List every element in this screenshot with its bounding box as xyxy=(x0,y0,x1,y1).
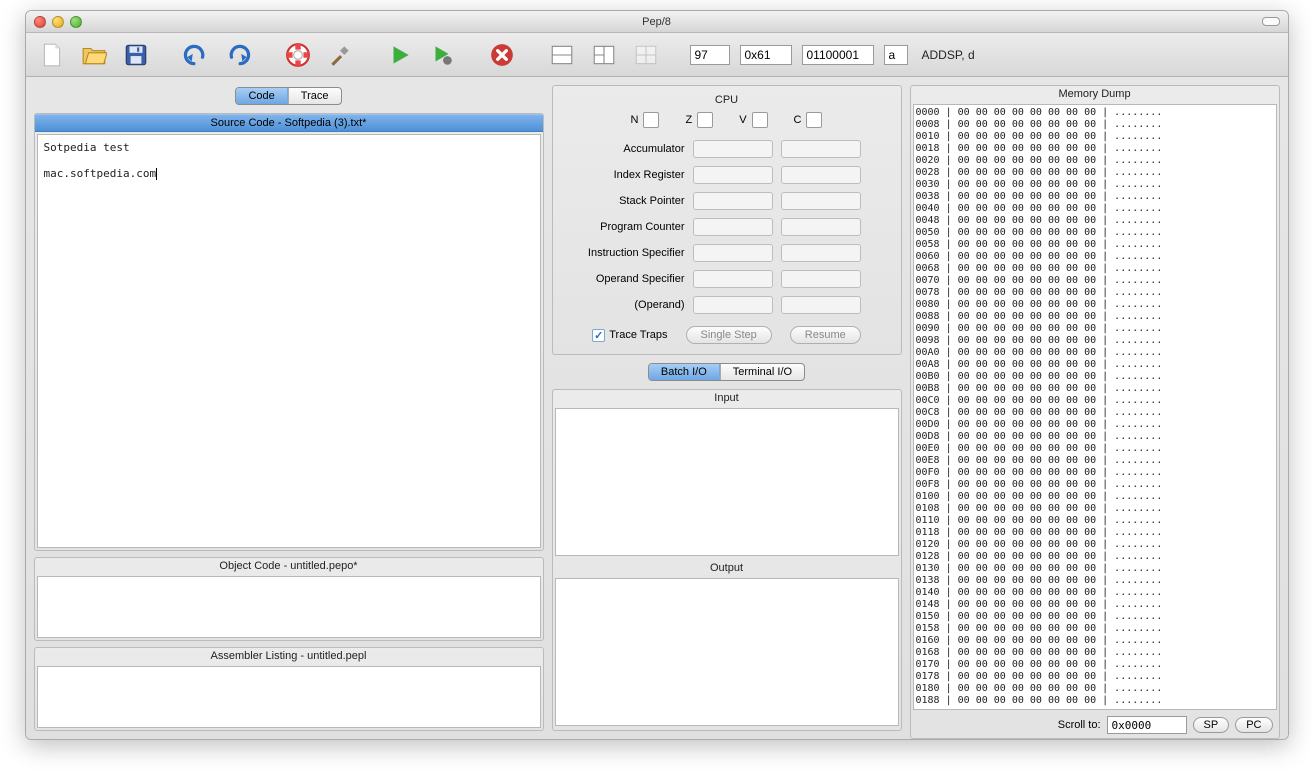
flag-z-box xyxy=(697,112,713,128)
flag-c-box xyxy=(806,112,822,128)
redo-icon[interactable] xyxy=(222,39,254,71)
output-title: Output xyxy=(553,560,901,576)
new-file-icon[interactable] xyxy=(36,39,68,71)
scroll-to-label: Scroll to: xyxy=(1058,719,1101,731)
run-icon[interactable] xyxy=(384,39,416,71)
life-ring-icon[interactable] xyxy=(282,39,314,71)
tab-trace[interactable]: Trace xyxy=(288,88,341,104)
build-hammer-icon[interactable] xyxy=(324,39,356,71)
window-title: Pep/8 xyxy=(26,16,1288,28)
reg-sp-label: Stack Pointer xyxy=(563,195,693,207)
hex-input[interactable] xyxy=(740,45,792,65)
input-area[interactable] xyxy=(555,408,899,556)
reg-operand-label: (Operand) xyxy=(563,299,693,311)
run-debug-icon[interactable] xyxy=(426,39,458,71)
assembler-listing-area[interactable] xyxy=(37,666,541,728)
stop-icon[interactable] xyxy=(486,39,518,71)
toolbar: ADDSP, d xyxy=(26,33,1288,77)
reg-sp-hex xyxy=(693,192,773,210)
save-icon[interactable] xyxy=(120,39,152,71)
object-code-area[interactable] xyxy=(37,576,541,638)
reg-pc-dec xyxy=(781,218,861,236)
flag-v-box xyxy=(752,112,768,128)
reg-is-label: Instruction Specifier xyxy=(563,247,693,259)
cpu-panel: CPU N Z V C Accumulator Index Register S… xyxy=(552,85,902,355)
reg-os-hex xyxy=(693,270,773,288)
source-line-1: Sotpedia test xyxy=(44,141,534,154)
titlebar: Pep/8 xyxy=(26,11,1288,33)
binary-input[interactable] xyxy=(802,45,874,65)
input-title: Input xyxy=(553,390,901,406)
tab-terminal-io[interactable]: Terminal I/O xyxy=(720,364,804,380)
source-line-2: mac.softpedia.com xyxy=(44,167,157,180)
app-window: Pep/8 ADDSP, d Code xyxy=(25,10,1289,740)
assembler-listing-title: Assembler Listing - untitled.pepl xyxy=(35,648,543,664)
memory-dump-area[interactable]: 0000 | 00 00 00 00 00 00 00 00 | .......… xyxy=(913,104,1277,710)
mnemonic-label: ADDSP, d xyxy=(922,48,975,62)
flag-c-label: C xyxy=(794,114,802,126)
open-folder-icon[interactable] xyxy=(78,39,110,71)
code-trace-tabs: Code Trace xyxy=(34,85,544,107)
trace-traps-checkbox[interactable]: Trace Traps xyxy=(592,329,667,342)
reg-is-dec xyxy=(781,244,861,262)
layout-quad-icon[interactable] xyxy=(630,39,662,71)
resume-button[interactable]: Resume xyxy=(790,326,861,344)
single-step-button[interactable]: Single Step xyxy=(686,326,772,344)
source-code-area[interactable]: Sotpedia test mac.softpedia.com xyxy=(37,134,541,548)
tab-code[interactable]: Code xyxy=(236,88,287,104)
memory-dump-title: Memory Dump xyxy=(911,86,1279,102)
reg-operand-hex xyxy=(693,296,773,314)
object-code-title: Object Code - untitled.pepo* xyxy=(35,558,543,574)
flag-n-label: N xyxy=(631,114,639,126)
decimal-input[interactable] xyxy=(690,45,730,65)
reg-sp-dec xyxy=(781,192,861,210)
cpu-title: CPU xyxy=(563,92,891,108)
output-area[interactable] xyxy=(555,578,899,726)
tab-batch-io[interactable]: Batch I/O xyxy=(649,364,720,380)
reg-operand-dec xyxy=(781,296,861,314)
undo-icon[interactable] xyxy=(180,39,212,71)
reg-accumulator-label: Accumulator xyxy=(563,143,693,155)
reg-index-label: Index Register xyxy=(563,169,693,181)
flag-z-label: Z xyxy=(685,114,692,126)
layout-split-v-icon[interactable] xyxy=(588,39,620,71)
reg-pc-hex xyxy=(693,218,773,236)
reg-index-dec xyxy=(781,166,861,184)
flag-v-label: V xyxy=(739,114,746,126)
source-code-title: Source Code - Softpedia (3).txt* xyxy=(35,114,543,132)
reg-accumulator-dec xyxy=(781,140,861,158)
scroll-sp-button[interactable]: SP xyxy=(1193,717,1230,733)
reg-pc-label: Program Counter xyxy=(563,221,693,233)
reg-os-label: Operand Specifier xyxy=(563,273,693,285)
io-tabs: Batch I/O Terminal I/O xyxy=(552,361,902,383)
flag-n-box xyxy=(643,112,659,128)
reg-accumulator-hex xyxy=(693,140,773,158)
layout-split-h-icon[interactable] xyxy=(546,39,578,71)
char-input[interactable] xyxy=(884,45,908,65)
reg-is-hex xyxy=(693,244,773,262)
reg-os-dec xyxy=(781,270,861,288)
scroll-to-input[interactable] xyxy=(1107,716,1187,734)
reg-index-hex xyxy=(693,166,773,184)
scroll-pc-button[interactable]: PC xyxy=(1235,717,1272,733)
